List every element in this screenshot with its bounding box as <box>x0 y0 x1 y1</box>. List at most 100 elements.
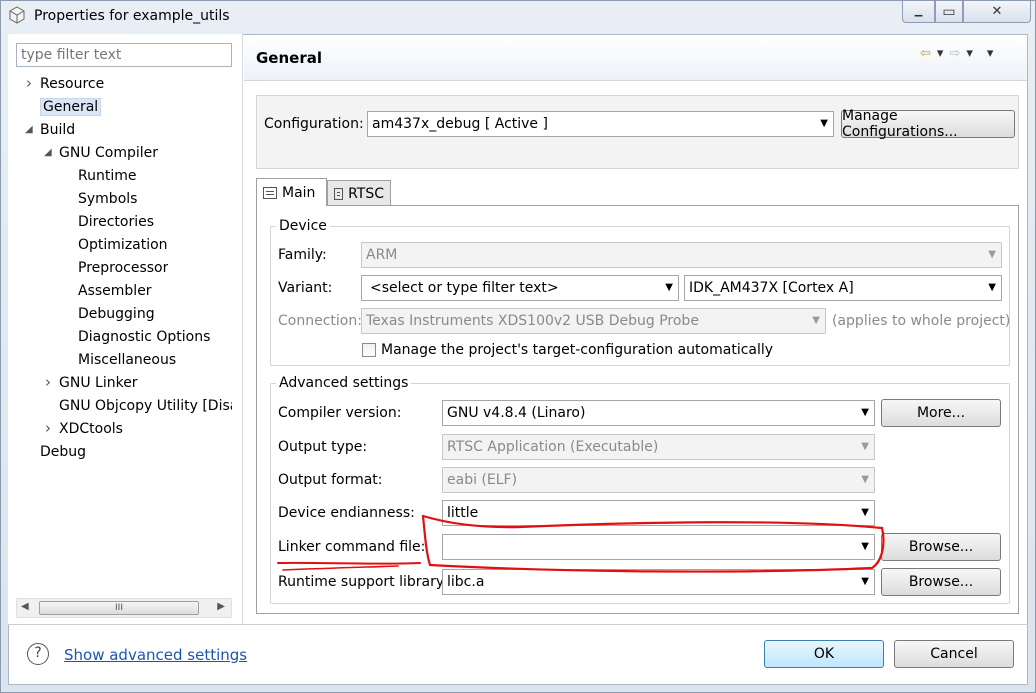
sidebar-item-label: Assembler <box>78 283 152 299</box>
sidebar-item[interactable]: Build <box>40 120 75 140</box>
variant-select[interactable]: IDK_AM437X [Cortex A] ▼ <box>684 275 1002 301</box>
sidebar-item-label: Miscellaneous <box>78 352 177 368</box>
footer-separator <box>8 624 1028 625</box>
sidebar-item-label: Optimization <box>78 237 168 253</box>
collapse-arrow-icon[interactable]: ◢ <box>25 124 33 135</box>
page-header <box>244 35 1027 81</box>
expand-arrow-icon[interactable]: › <box>26 74 32 92</box>
sidebar-item[interactable]: Assembler <box>78 281 152 301</box>
sidebar-item-label: Debugging <box>78 306 155 322</box>
linker-browse-button[interactable]: Browse... <box>881 533 1001 561</box>
sidebar-item-label: XDCtools <box>59 421 123 437</box>
family-value: ARM <box>366 247 398 263</box>
back-arrow-icon[interactable]: ⇦ <box>920 46 931 61</box>
sidebar-item[interactable]: Debugging <box>78 304 155 324</box>
tab-main[interactable]: Main <box>256 178 327 206</box>
device-group-title: Device <box>276 218 330 234</box>
sidebar-item[interactable]: Symbols <box>78 189 137 209</box>
sidebar-item-label: Debug <box>40 444 87 460</box>
window-title: Properties for example_utils <box>34 8 230 24</box>
chevron-down-icon: ▼ <box>988 282 996 293</box>
forward-arrow-icon[interactable]: ⇨ <box>949 46 960 61</box>
cancel-button[interactable]: Cancel <box>894 640 1014 668</box>
family-select[interactable]: ARM ▼ <box>361 242 1002 268</box>
sidebar-item[interactable]: Resource <box>40 74 104 94</box>
variant-value: IDK_AM437X [Cortex A] <box>689 280 854 296</box>
compiler-version-select[interactable]: GNU v4.8.4 (Linaro) ▼ <box>442 400 875 426</box>
manage-configurations-button[interactable]: Manage Configurations... <box>841 108 1015 140</box>
connection-value: Texas Instruments XDS100v2 USB Debug Pro… <box>366 313 699 329</box>
table-icon <box>334 187 344 200</box>
sidebar-item[interactable]: GNU Linker <box>59 373 138 393</box>
sidebar-item-label: Runtime <box>78 168 137 184</box>
show-advanced-settings-link[interactable]: Show advanced settings <box>64 646 247 664</box>
sidebar-item[interactable]: Optimization <box>78 235 168 255</box>
sidebar-item-label: Build <box>40 122 76 138</box>
linker-command-file-select[interactable]: ▼ <box>442 534 875 560</box>
sidebar-item[interactable]: Miscellaneous <box>78 350 176 370</box>
minimize-button[interactable]: ▁ <box>902 1 935 23</box>
variant-filter-select[interactable]: <select or type filter text> ▼ <box>361 275 679 301</box>
connection-note: (applies to whole project) <box>832 313 1011 329</box>
view-menu-icon[interactable]: ▾ <box>987 46 994 61</box>
scroll-thumb[interactable]: III <box>39 601 199 615</box>
sidebar-item[interactable]: Debug <box>40 442 86 462</box>
collapse-arrow-icon[interactable]: ◢ <box>44 147 52 158</box>
chevron-down-icon: ▼ <box>812 315 820 326</box>
sidebar-item[interactable]: Preprocessor <box>78 258 168 278</box>
close-icon: ✕ <box>991 4 1003 19</box>
output-type-value: RTSC Application (Executable) <box>447 439 659 455</box>
output-type-select[interactable]: RTSC Application (Executable) ▼ <box>442 434 875 460</box>
sidebar-item[interactable]: Diagnostic Options <box>78 327 210 347</box>
chevron-down-icon: ▼ <box>861 507 869 518</box>
sidebar-item[interactable]: General <box>40 97 102 117</box>
sidebar-item[interactable]: GNU Compiler <box>59 143 158 163</box>
manage-target-config-checkbox[interactable] <box>362 343 376 357</box>
sidebar-item-label: Preprocessor <box>78 260 169 276</box>
sidebar-item[interactable]: GNU Objcopy Utility [Disa <box>59 396 232 416</box>
runtime-support-library-value: libc.a <box>447 574 485 590</box>
sidebar-item[interactable]: Runtime <box>78 166 136 186</box>
sidebar-item-label: Directories <box>78 214 155 230</box>
chevron-down-icon: ▼ <box>861 541 869 552</box>
chevron-down-icon: ▼ <box>861 407 869 418</box>
window-controls: ▁ ▭ ✕ <box>902 1 1032 23</box>
runtime-browse-button[interactable]: Browse... <box>881 568 1001 596</box>
chevron-down-icon: ▼ <box>861 474 869 485</box>
advanced-settings-title: Advanced settings <box>276 375 412 391</box>
scroll-right-icon[interactable]: ▶ <box>217 601 225 612</box>
device-endianness-select[interactable]: little ▼ <box>442 500 875 526</box>
back-dropdown-icon[interactable]: ▾ <box>937 46 944 61</box>
chevron-down-icon: ▼ <box>861 576 869 587</box>
chevron-down-icon: ▼ <box>861 441 869 452</box>
page-title: General <box>256 49 322 67</box>
forward-dropdown-icon[interactable]: ▾ <box>966 46 973 61</box>
configuration-select[interactable]: am437x_debug [ Active ] ▼ <box>367 111 834 137</box>
runtime-support-library-select[interactable]: libc.a ▼ <box>442 569 875 595</box>
configuration-value: am437x_debug [ Active ] <box>372 116 548 132</box>
chevron-down-icon: ▼ <box>988 249 996 260</box>
connection-select[interactable]: Texas Instruments XDS100v2 USB Debug Pro… <box>361 308 826 334</box>
chevron-down-icon: ▼ <box>820 118 828 129</box>
sidebar-item-label: Resource <box>40 76 105 92</box>
tree-filter-input[interactable] <box>16 43 232 67</box>
sidebar-item-label: Symbols <box>78 191 138 207</box>
sidebar-item[interactable]: Directories <box>78 212 154 232</box>
compiler-version-value: GNU v4.8.4 (Linaro) <box>447 405 586 421</box>
scroll-left-icon[interactable]: ◀ <box>21 601 29 612</box>
close-button[interactable]: ✕ <box>963 1 1031 23</box>
expand-arrow-icon[interactable]: › <box>45 373 51 391</box>
output-format-select[interactable]: eabi (ELF) ▼ <box>442 467 875 493</box>
sidebar-item-label: GNU Objcopy Utility [Disa <box>59 398 232 414</box>
tree-horizontal-scrollbar[interactable]: ◀ III ▶ <box>16 598 232 618</box>
sidebar-item[interactable]: XDCtools <box>59 419 123 439</box>
maximize-button[interactable]: ▭ <box>935 1 963 23</box>
sidebar-item-label: Diagnostic Options <box>78 329 211 345</box>
ok-button[interactable]: OK <box>764 640 884 668</box>
help-icon[interactable]: ? <box>27 643 49 665</box>
family-label: Family: <box>278 247 327 263</box>
tab-rtsc[interactable]: RTSC <box>327 180 391 206</box>
device-endianness-value: little <box>447 505 479 521</box>
more-button[interactable]: More... <box>881 399 1001 427</box>
expand-arrow-icon[interactable]: › <box>45 419 51 437</box>
